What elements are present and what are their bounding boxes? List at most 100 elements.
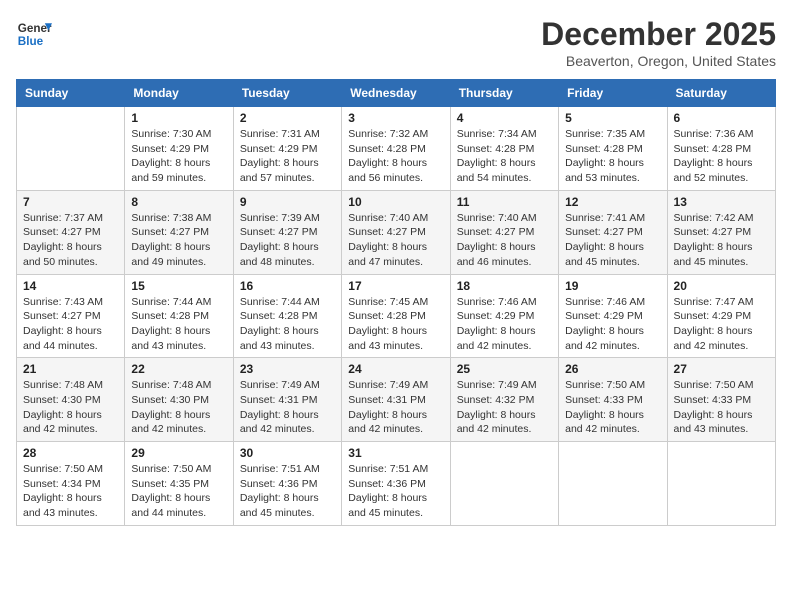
- cell-day-number: 24: [348, 362, 443, 376]
- cell-day-number: 13: [674, 195, 769, 209]
- weekday-header: Monday: [125, 80, 233, 107]
- calendar-cell: 2Sunrise: 7:31 AM Sunset: 4:29 PM Daylig…: [233, 107, 341, 191]
- cell-day-number: 3: [348, 111, 443, 125]
- calendar-cell: [17, 107, 125, 191]
- svg-text:Blue: Blue: [18, 35, 44, 48]
- cell-info-text: Sunrise: 7:39 AM Sunset: 4:27 PM Dayligh…: [240, 211, 335, 270]
- cell-info-text: Sunrise: 7:51 AM Sunset: 4:36 PM Dayligh…: [240, 462, 335, 521]
- calendar-row: 7 Sunrise: 7:37 AM Sunset: 4:27 PM Daylig…: [17, 190, 776, 274]
- cell-day-number: 6: [674, 111, 769, 125]
- cell-info-text: Sunrise: 7:50 AM Sunset: 4:33 PM Dayligh…: [565, 378, 660, 437]
- cell-info-text: Sunrise: 7:49 AM Sunset: 4:32 PM Dayligh…: [457, 378, 552, 437]
- calendar-cell: 7 Sunrise: 7:37 AM Sunset: 4:27 PM Daylig…: [17, 190, 125, 274]
- cell-day-number: 5: [565, 111, 660, 125]
- cell-info-text: Sunrise: 7:44 AM Sunset: 4:28 PM Dayligh…: [240, 295, 335, 354]
- cell-day-number: 22: [131, 362, 226, 376]
- calendar-cell: 12Sunrise: 7:41 AM Sunset: 4:27 PM Dayli…: [559, 190, 667, 274]
- cell-info-text: Sunrise: 7:36 AM Sunset: 4:28 PM Dayligh…: [674, 127, 769, 186]
- cell-info-text: Sunrise: 7:34 AM Sunset: 4:28 PM Dayligh…: [457, 127, 552, 186]
- cell-info-text: Sunrise: 7:35 AM Sunset: 4:28 PM Dayligh…: [565, 127, 660, 186]
- calendar-cell: 1 Sunrise: 7:30 AM Sunset: 4:29 PM Daylig…: [125, 107, 233, 191]
- calendar-cell: 6 Sunrise: 7:36 AM Sunset: 4:28 PM Daylig…: [667, 107, 775, 191]
- cell-day-number: 14: [23, 279, 118, 293]
- calendar-cell: 26 Sunrise: 7:50 AM Sunset: 4:33 PM Dayli…: [559, 358, 667, 442]
- location-title: Beaverton, Oregon, United States: [541, 53, 776, 69]
- cell-info-text: Sunrise: 7:51 AM Sunset: 4:36 PM Dayligh…: [348, 462, 443, 521]
- weekday-header: Sunday: [17, 80, 125, 107]
- cell-info-text: Sunrise: 7:32 AM Sunset: 4:28 PM Dayligh…: [348, 127, 443, 186]
- cell-day-number: 27: [674, 362, 769, 376]
- cell-info-text: Sunrise: 7:43 AM Sunset: 4:27 PM Dayligh…: [23, 295, 118, 354]
- cell-day-number: 15: [131, 279, 226, 293]
- header-row: SundayMondayTuesdayWednesdayThursdayFrid…: [17, 80, 776, 107]
- cell-day-number: 4: [457, 111, 552, 125]
- cell-day-number: 25: [457, 362, 552, 376]
- cell-day-number: 8: [131, 195, 226, 209]
- cell-day-number: 2: [240, 111, 335, 125]
- cell-info-text: Sunrise: 7:38 AM Sunset: 4:27 PM Dayligh…: [131, 211, 226, 270]
- calendar-cell: 24 Sunrise: 7:49 AM Sunset: 4:31 PM Dayli…: [342, 358, 450, 442]
- calendar-cell: 25 Sunrise: 7:49 AM Sunset: 4:32 PM Dayli…: [450, 358, 558, 442]
- calendar-cell: 27 Sunrise: 7:50 AM Sunset: 4:33 PM Dayli…: [667, 358, 775, 442]
- cell-info-text: Sunrise: 7:30 AM Sunset: 4:29 PM Dayligh…: [131, 127, 226, 186]
- cell-info-text: Sunrise: 7:42 AM Sunset: 4:27 PM Dayligh…: [674, 211, 769, 270]
- weekday-header: Saturday: [667, 80, 775, 107]
- calendar-cell: 4 Sunrise: 7:34 AM Sunset: 4:28 PM Daylig…: [450, 107, 558, 191]
- cell-info-text: Sunrise: 7:40 AM Sunset: 4:27 PM Dayligh…: [457, 211, 552, 270]
- cell-info-text: Sunrise: 7:40 AM Sunset: 4:27 PM Dayligh…: [348, 211, 443, 270]
- calendar-row: 28 Sunrise: 7:50 AM Sunset: 4:34 PM Dayli…: [17, 442, 776, 526]
- calendar-cell: 9Sunrise: 7:39 AM Sunset: 4:27 PM Daylig…: [233, 190, 341, 274]
- weekday-header: Tuesday: [233, 80, 341, 107]
- cell-day-number: 26: [565, 362, 660, 376]
- calendar-cell: 5 Sunrise: 7:35 AM Sunset: 4:28 PM Daylig…: [559, 107, 667, 191]
- calendar-cell: 18Sunrise: 7:46 AM Sunset: 4:29 PM Dayli…: [450, 274, 558, 358]
- cell-info-text: Sunrise: 7:48 AM Sunset: 4:30 PM Dayligh…: [23, 378, 118, 437]
- cell-day-number: 19: [565, 279, 660, 293]
- cell-info-text: Sunrise: 7:48 AM Sunset: 4:30 PM Dayligh…: [131, 378, 226, 437]
- cell-day-number: 7: [23, 195, 118, 209]
- calendar-cell: 14 Sunrise: 7:43 AM Sunset: 4:27 PM Dayli…: [17, 274, 125, 358]
- calendar-cell: [450, 442, 558, 526]
- cell-day-number: 23: [240, 362, 335, 376]
- cell-day-number: 1: [131, 111, 226, 125]
- calendar-table: SundayMondayTuesdayWednesdayThursdayFrid…: [16, 79, 776, 526]
- calendar-body: 1 Sunrise: 7:30 AM Sunset: 4:29 PM Daylig…: [17, 107, 776, 526]
- calendar-row: 1 Sunrise: 7:30 AM Sunset: 4:29 PM Daylig…: [17, 107, 776, 191]
- cell-day-number: 16: [240, 279, 335, 293]
- cell-info-text: Sunrise: 7:50 AM Sunset: 4:35 PM Dayligh…: [131, 462, 226, 521]
- month-title: December 2025: [541, 16, 776, 53]
- logo: General Blue: [16, 16, 52, 52]
- calendar-header: SundayMondayTuesdayWednesdayThursdayFrid…: [17, 80, 776, 107]
- header: General Blue December 2025 Beaverton, Or…: [16, 16, 776, 69]
- calendar-cell: 16 Sunrise: 7:44 AM Sunset: 4:28 PM Dayli…: [233, 274, 341, 358]
- calendar-cell: 10 Sunrise: 7:40 AM Sunset: 4:27 PM Dayli…: [342, 190, 450, 274]
- calendar-cell: 8 Sunrise: 7:38 AM Sunset: 4:27 PM Daylig…: [125, 190, 233, 274]
- logo-icon: General Blue: [16, 16, 52, 52]
- cell-info-text: Sunrise: 7:50 AM Sunset: 4:33 PM Dayligh…: [674, 378, 769, 437]
- calendar-row: 21Sunrise: 7:48 AM Sunset: 4:30 PM Dayli…: [17, 358, 776, 442]
- title-area: December 2025 Beaverton, Oregon, United …: [541, 16, 776, 69]
- cell-info-text: Sunrise: 7:49 AM Sunset: 4:31 PM Dayligh…: [348, 378, 443, 437]
- cell-day-number: 20: [674, 279, 769, 293]
- weekday-header: Friday: [559, 80, 667, 107]
- cell-info-text: Sunrise: 7:41 AM Sunset: 4:27 PM Dayligh…: [565, 211, 660, 270]
- cell-info-text: Sunrise: 7:50 AM Sunset: 4:34 PM Dayligh…: [23, 462, 118, 521]
- cell-day-number: 18: [457, 279, 552, 293]
- cell-info-text: Sunrise: 7:37 AM Sunset: 4:27 PM Dayligh…: [23, 211, 118, 270]
- cell-day-number: 30: [240, 446, 335, 460]
- calendar-cell: 11 Sunrise: 7:40 AM Sunset: 4:27 PM Dayli…: [450, 190, 558, 274]
- cell-day-number: 31: [348, 446, 443, 460]
- cell-day-number: 10: [348, 195, 443, 209]
- calendar-cell: 13 Sunrise: 7:42 AM Sunset: 4:27 PM Dayli…: [667, 190, 775, 274]
- cell-info-text: Sunrise: 7:46 AM Sunset: 4:29 PM Dayligh…: [565, 295, 660, 354]
- cell-day-number: 28: [23, 446, 118, 460]
- cell-info-text: Sunrise: 7:45 AM Sunset: 4:28 PM Dayligh…: [348, 295, 443, 354]
- cell-day-number: 11: [457, 195, 552, 209]
- calendar-cell: 23Sunrise: 7:49 AM Sunset: 4:31 PM Dayli…: [233, 358, 341, 442]
- calendar-cell: 28 Sunrise: 7:50 AM Sunset: 4:34 PM Dayli…: [17, 442, 125, 526]
- cell-day-number: 29: [131, 446, 226, 460]
- cell-info-text: Sunrise: 7:47 AM Sunset: 4:29 PM Dayligh…: [674, 295, 769, 354]
- calendar-cell: 29 Sunrise: 7:50 AM Sunset: 4:35 PM Dayli…: [125, 442, 233, 526]
- calendar-cell: 17Sunrise: 7:45 AM Sunset: 4:28 PM Dayli…: [342, 274, 450, 358]
- calendar-cell: 19 Sunrise: 7:46 AM Sunset: 4:29 PM Dayli…: [559, 274, 667, 358]
